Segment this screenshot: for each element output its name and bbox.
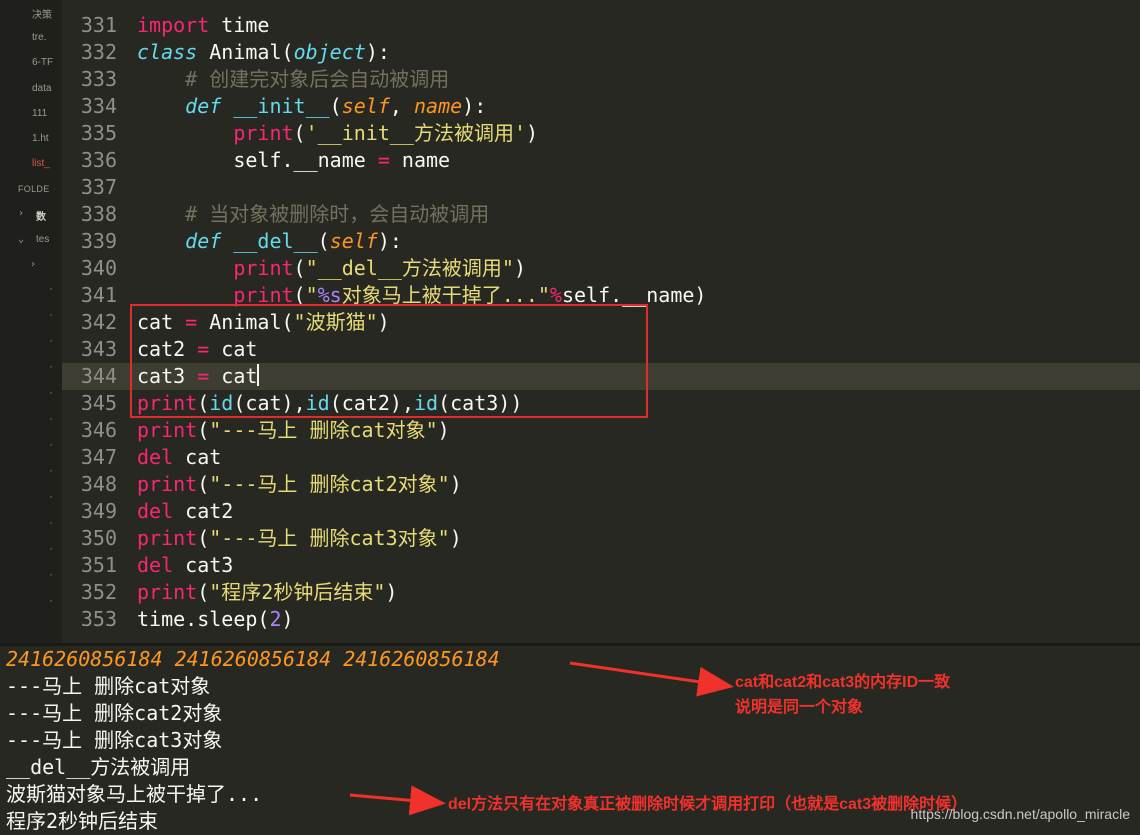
id-note-line2: 说明是同一个对象 (735, 699, 864, 716)
id-note-line1: cat和cat2和cat3的内存ID一致 (735, 674, 951, 691)
del-note-arrow (349, 785, 446, 816)
id-note-arrow (569, 661, 734, 697)
watermark: https://blog.csdn.net/apollo_miracle (910, 806, 1130, 822)
del-note: del方法只有在对象真正被删除时候才调用打印（也就是cat3被删除时候） (448, 796, 968, 813)
annotation-arrows (349, 661, 734, 816)
